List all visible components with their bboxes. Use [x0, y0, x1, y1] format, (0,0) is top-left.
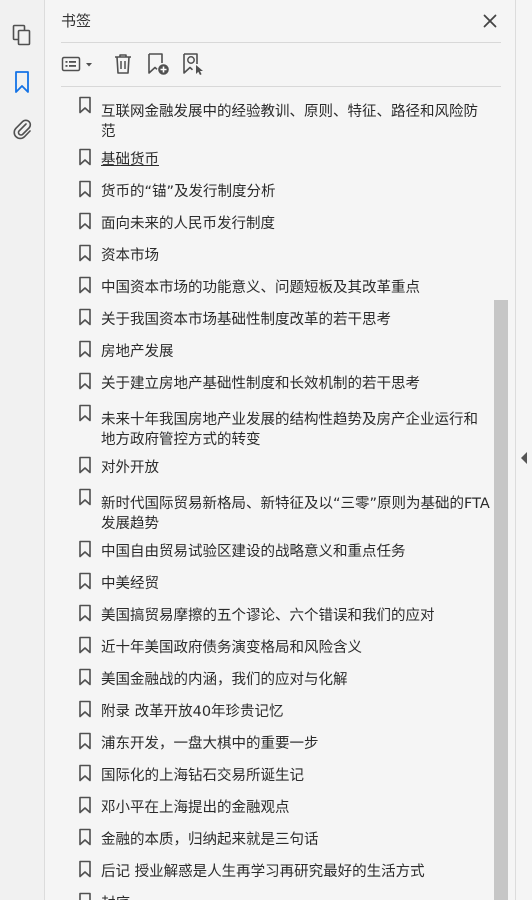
bookmark-icon	[79, 276, 91, 294]
bookmark-label: 封底	[101, 894, 491, 900]
bookmark-list: 互联网金融发展中的经验教训、原则、特征、路径和风险防范基础货币货币的“锚”及发行…	[45, 92, 497, 900]
bookmark-item[interactable]: 新时代国际贸易新格局、新特征及以“三零”原则为基础的FTA发展趋势	[45, 484, 497, 536]
bookmark-label: 未来十年我国房地产业发展的结构性趋势及房产企业运行和地方政府管控方式的转变	[101, 412, 478, 448]
bookmarks-toolbar	[61, 50, 501, 80]
bookmark-icon	[79, 148, 91, 166]
bookmark-label: 国际化的上海钻石交易所诞生记	[101, 768, 304, 784]
collapse-pane-arrow-icon[interactable]	[521, 452, 527, 464]
bookmark-label: 中美经贸	[101, 576, 159, 592]
bookmark-item[interactable]: 对外开放	[45, 452, 497, 484]
bookmark-label: 互联网金融发展中的经验教训、原则、特征、路径和风险防范	[101, 104, 478, 140]
bookmark-item[interactable]: 国际化的上海钻石交易所诞生记	[45, 760, 497, 792]
bookmark-icon	[79, 244, 91, 262]
bookmark-icon	[79, 604, 91, 622]
attachments-paperclip-icon[interactable]	[10, 116, 34, 140]
bookmark-item[interactable]: 近十年美国政府债务演变格局和风险含义	[45, 632, 497, 664]
new-bookmark-button[interactable]	[144, 50, 172, 78]
bookmark-label: 浦东开发，一盘大棋中的重要一步	[101, 736, 319, 752]
find-current-bookmark-button[interactable]	[179, 50, 207, 78]
bookmark-icon	[79, 404, 91, 422]
bookmark-search-icon	[183, 53, 203, 75]
bookmark-label: 关于建立房地产基础性制度和长效机制的若干思考	[101, 376, 420, 392]
bookmark-icon	[79, 764, 91, 782]
bookmark-item[interactable]: 美国搞贸易摩擦的五个谬论、六个错误和我们的应对	[45, 600, 497, 632]
bookmark-icon	[79, 828, 91, 846]
bookmark-label: 后记 授业解惑是人生再学习再研究最好的生活方式	[101, 864, 425, 880]
bookmark-label: 近十年美国政府债务演变格局和风险含义	[101, 640, 362, 656]
bookmark-label: 美国金融战的内涵，我们的应对与化解	[101, 672, 348, 688]
bookmark-item[interactable]: 基础货币	[45, 144, 497, 176]
bookmark-item[interactable]: 中美经贸	[45, 568, 497, 600]
bookmarks-icon[interactable]	[10, 70, 34, 94]
bookmark-label: 货币的“锚”及发行制度分析	[101, 184, 276, 200]
bookmark-item[interactable]: 未来十年我国房地产业发展的结构性趋势及房产企业运行和地方政府管控方式的转变	[45, 400, 497, 452]
bookmark-label: 面向未来的人民币发行制度	[101, 216, 275, 232]
right-edge-pane	[515, 0, 532, 900]
bookmark-icon	[79, 572, 91, 590]
bookmark-label: 基础货币	[101, 152, 159, 168]
bookmark-item[interactable]: 关于建立房地产基础性制度和长效机制的若干思考	[45, 368, 497, 400]
bookmark-icon	[79, 732, 91, 750]
bookmark-icon	[79, 860, 91, 878]
bookmark-label: 对外开放	[101, 460, 159, 476]
bookmark-label: 房地产发展	[101, 344, 174, 360]
bookmark-icon	[79, 700, 91, 718]
bookmark-label: 邓小平在上海提出的金融观点	[101, 800, 290, 816]
bookmark-icon	[79, 180, 91, 198]
bookmark-item[interactable]: 货币的“锚”及发行制度分析	[45, 176, 497, 208]
scrollbar-thumb[interactable]	[494, 300, 508, 900]
trash-icon	[115, 54, 131, 74]
bookmark-label: 关于我国资本市场基础性制度改革的若干思考	[101, 312, 391, 328]
bookmark-item[interactable]: 邓小平在上海提出的金融观点	[45, 792, 497, 824]
bookmark-label: 新时代国际贸易新格局、新特征及以“三零”原则为基础的FTA发展趋势	[101, 496, 490, 532]
bookmark-icon	[79, 372, 91, 390]
bookmark-label: 美国搞贸易摩擦的五个谬论、六个错误和我们的应对	[101, 608, 435, 624]
bookmark-label: 中国自由贸易试验区建设的战略意义和重点任务	[101, 544, 406, 560]
bookmark-item[interactable]: 房地产发展	[45, 336, 497, 368]
bookmark-item[interactable]: 资本市场	[45, 240, 497, 272]
bookmark-icon	[79, 540, 91, 558]
bookmark-item[interactable]: 面向未来的人民币发行制度	[45, 208, 497, 240]
bookmark-icon	[79, 668, 91, 686]
bookmark-item[interactable]: 美国金融战的内涵，我们的应对与化解	[45, 664, 497, 696]
close-panel-button[interactable]	[479, 10, 501, 32]
bookmark-label: 资本市场	[101, 248, 159, 264]
bookmark-add-icon	[148, 53, 169, 75]
bookmarks-panel: 书签 互联网金融发展中的经验教训、原则、特征、路径和风险防范 基础货币 货币的“…	[45, 0, 515, 900]
bookmark-item[interactable]: 互联网金融发展中的经验教训、原则、特征、路径和风险防范	[45, 92, 497, 144]
bookmark-item[interactable]: 关于我国资本市场基础性制度改革的若干思考	[45, 304, 497, 336]
panel-header: 书签	[61, 10, 501, 34]
bookmark-icon	[79, 212, 91, 230]
bookmark-item[interactable]: 金融的本质，归纳起来就是三句话	[45, 824, 497, 856]
bookmark-item[interactable]: 浦东开发，一盘大棋中的重要一步	[45, 728, 497, 760]
header-divider	[61, 42, 501, 43]
bookmark-icon	[79, 456, 91, 474]
bookmark-icon	[79, 796, 91, 814]
bookmark-item[interactable]: 后记 授业解惑是人生再学习再研究最好的生活方式	[45, 856, 497, 888]
bookmark-item[interactable]: 附录 改革开放40年珍贵记忆	[45, 696, 497, 728]
delete-bookmark-button[interactable]	[110, 50, 136, 78]
toolbar-divider	[61, 86, 501, 87]
left-nav-rail	[0, 0, 45, 900]
bookmark-label: 中国资本市场的功能意义、问题短板及其改革重点	[101, 280, 420, 296]
bookmark-item[interactable]: 封底	[45, 888, 497, 900]
close-icon	[483, 14, 497, 28]
bookmark-item[interactable]: 中国自由贸易试验区建设的战略意义和重点任务	[45, 536, 497, 568]
bookmark-label: 附录 改革开放40年珍贵记忆	[101, 704, 284, 720]
bookmark-icon	[79, 892, 91, 900]
options-menu-button[interactable]	[61, 50, 97, 78]
bookmark-icon	[79, 488, 91, 506]
bookmark-icon	[79, 96, 91, 114]
bookmark-icon	[79, 340, 91, 358]
bookmark-item[interactable]: 中国资本市场的功能意义、问题短板及其改革重点	[45, 272, 497, 304]
list-options-icon	[61, 56, 92, 72]
bookmark-icon	[79, 636, 91, 654]
panel-title: 书签	[61, 12, 92, 30]
bookmark-icon	[79, 308, 91, 326]
pages-thumbnails-icon[interactable]	[10, 23, 34, 47]
bookmark-label: 金融的本质，归纳起来就是三句话	[101, 832, 319, 848]
